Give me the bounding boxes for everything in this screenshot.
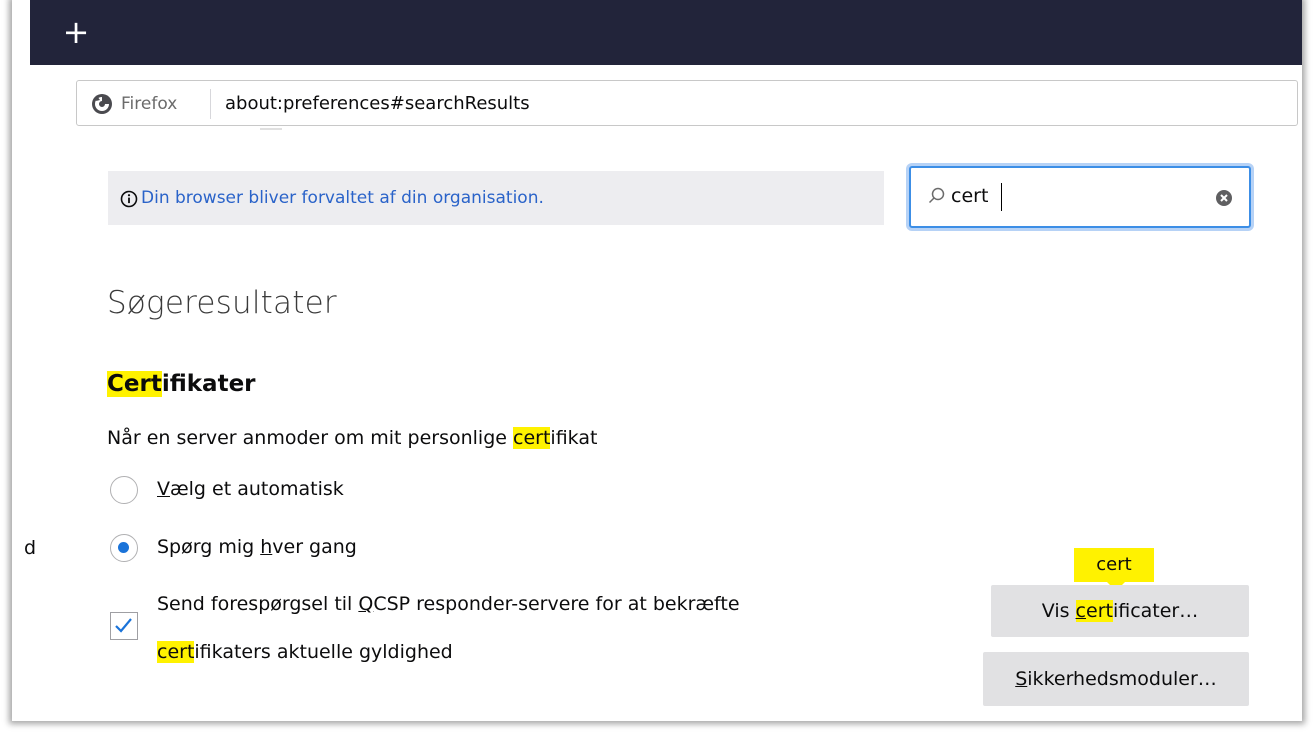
search-highlight: cert (513, 427, 551, 449)
tab-strip: + (30, 0, 1302, 65)
radio-ask-every-time[interactable] (110, 534, 138, 562)
access-key: c (1075, 600, 1086, 622)
radio-label-ask[interactable]: Spørg mig hver gang (157, 536, 357, 558)
radio-label-text: Spørg mig (157, 536, 261, 558)
button-label-end: ificater… (1112, 600, 1199, 622)
search-tooltip: cert (1074, 548, 1154, 582)
radio-label-text-end: ver gang (272, 536, 357, 558)
radio-select-automatically[interactable] (110, 476, 138, 504)
policy-notice-link[interactable]: Din browser bliver forvaltet af din orga… (141, 188, 544, 208)
button-label: ikkerhedsmoduler… (1027, 668, 1217, 690)
search-highlight: Cert (107, 371, 162, 397)
ocsp-label-line1[interactable]: Send forespørgsel til QCSP responder-ser… (157, 593, 740, 615)
url-bar[interactable]: Firefox about:preferences#searchResults (76, 80, 1298, 126)
text-caret (1001, 183, 1002, 211)
firefox-icon (92, 94, 112, 114)
search-icon (928, 187, 945, 204)
radio-label-text: ælg et automatisk (170, 478, 344, 500)
certificate-request-label: Når en server anmoder om mit personlige … (107, 427, 597, 449)
access-key: h (260, 536, 273, 558)
access-key: Q (358, 593, 374, 615)
sidebar-text-fragment: d (24, 537, 37, 559)
policy-notice: Din browser bliver forvaltet af din orga… (108, 171, 884, 225)
checkmark-icon (115, 618, 132, 633)
ocsp-text-end: CSP responder-servere for at bekræfte (373, 593, 740, 615)
ocsp-checkbox[interactable] (110, 612, 138, 640)
url-separator (210, 89, 211, 119)
clear-icon[interactable] (1215, 189, 1233, 207)
section-title-rest: ifikater (161, 371, 256, 397)
url-text[interactable]: about:preferences#searchResults (225, 93, 530, 114)
radio-label-automatic[interactable]: Vælg et automatisk (157, 478, 344, 500)
label-text-end: ifikat (550, 427, 598, 449)
preferences-search-box[interactable]: cert (909, 166, 1251, 228)
section-title-certificates: Certifikater (107, 371, 256, 397)
identity-label: Firefox (121, 94, 178, 114)
access-key: S (1015, 668, 1028, 690)
new-tab-button[interactable]: + (58, 14, 94, 50)
ocsp-text: Send forespørgsel til (157, 593, 359, 615)
ocsp-text: ifikaters aktuelle gyldighed (194, 641, 453, 663)
browser-window: + Firefox about:preferences#searchResult… (12, 0, 1302, 721)
urlbar-dropshadow (260, 128, 282, 130)
info-icon (120, 190, 138, 208)
label-text: Når en server anmoder om mit personlige (107, 427, 514, 449)
page-title: Søgeresultater (107, 285, 337, 321)
search-highlight: cert (157, 641, 195, 663)
view-certificates-button[interactable]: Vis certificater… (991, 585, 1249, 637)
access-key: V (157, 478, 170, 500)
security-devices-button[interactable]: Sikkerhedsmoduler… (983, 652, 1249, 706)
search-input[interactable]: cert (951, 185, 1201, 207)
ocsp-label-line2[interactable]: certifikaters aktuelle gyldighed (157, 641, 453, 663)
button-label: Vis (1041, 600, 1076, 622)
search-highlight: ert (1086, 600, 1113, 622)
